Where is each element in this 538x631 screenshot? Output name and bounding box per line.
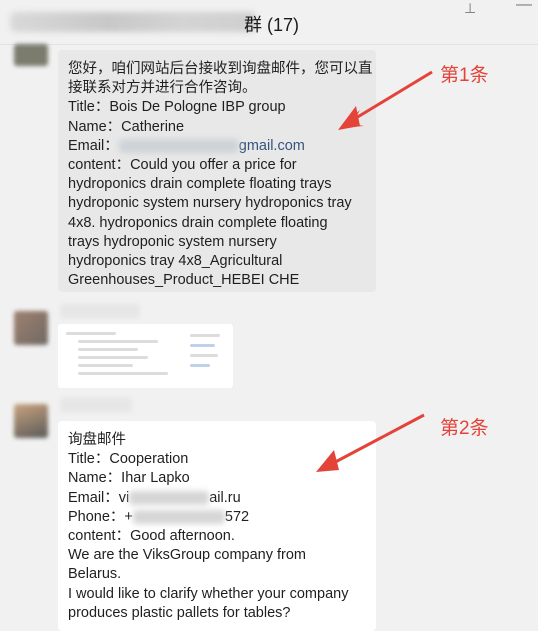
arrow-head-first-fill [338, 106, 360, 130]
arrow-head-second [316, 450, 339, 472]
arrow-second [323, 413, 425, 470]
arrow-first [345, 70, 433, 126]
annotation-arrows [316, 70, 433, 472]
